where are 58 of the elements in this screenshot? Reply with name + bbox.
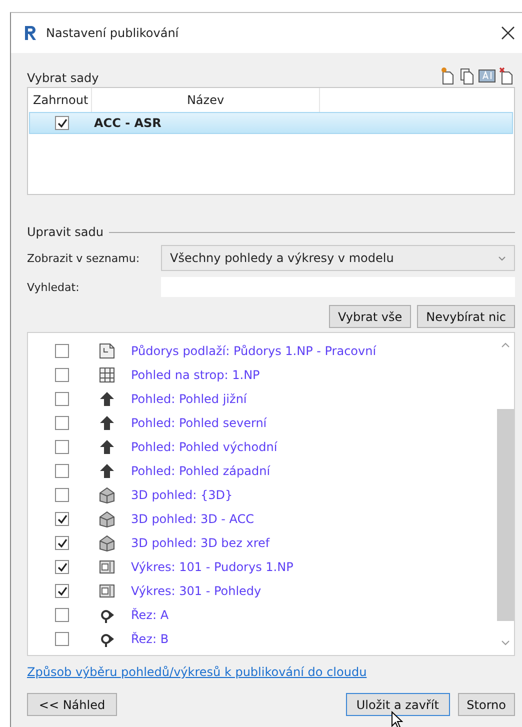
view-name: 3D pohled: {3D} [131, 488, 233, 502]
field-label: Vyhledat: [27, 280, 80, 294]
checkbox[interactable] [55, 440, 69, 454]
checkbox[interactable] [55, 344, 69, 358]
view-icon [98, 582, 116, 600]
view-name: Pohled: Pohled východní [131, 440, 278, 454]
view-name: Pohled na strop: 1.NP [131, 368, 260, 382]
view-icon [98, 462, 116, 480]
view-icon [98, 558, 116, 576]
rename-icon[interactable] [478, 67, 496, 85]
cursor-icon [390, 711, 403, 727]
view-icon [98, 366, 116, 384]
new-set-icon[interactable] [440, 67, 456, 85]
select-button[interactable]: Vybrat vše [328, 305, 412, 328]
checkbox[interactable] [55, 368, 69, 382]
view-name: 3D pohled: 3D - ACC [131, 512, 254, 526]
checkbox[interactable] [55, 584, 69, 598]
section-label: Upravit sadu [27, 225, 104, 239]
field-label: Zobrazit v seznamu: [27, 252, 141, 264]
view-icon [98, 414, 116, 432]
copy-icon[interactable] [459, 67, 475, 85]
view-icon [98, 510, 116, 528]
view-icon [98, 438, 116, 456]
select-button[interactable]: Nevybírat nic [417, 305, 515, 328]
set-row[interactable]: ACC - ASR [29, 112, 513, 134]
checkbox[interactable] [55, 536, 69, 550]
checkbox[interactable] [55, 116, 69, 130]
view-name: 3D pohled: 3D bez xref [131, 536, 270, 550]
window-title: Nastavení publikování [46, 26, 180, 40]
view-name: Řez: B [131, 632, 169, 646]
delete-set-icon[interactable] [499, 67, 515, 85]
view-name: Výkres: 301 - Pohledy [131, 584, 262, 598]
view-icon [98, 342, 116, 360]
view-icon [98, 486, 116, 504]
checkbox[interactable] [55, 608, 69, 622]
caret-icon [498, 256, 506, 260]
checkbox[interactable] [55, 464, 69, 478]
app-logo-icon [23, 25, 38, 41]
view-name: Půdorys podlaží: Půdorys 1.NP - Pracovní [131, 344, 376, 358]
view-filter-dropdown[interactable]: Všechny pohledy a výkresy v modelu [161, 245, 515, 271]
checkbox[interactable] [55, 632, 69, 646]
view-name: Pohled: Pohled západní [131, 464, 270, 478]
view-icon [98, 534, 116, 552]
checkbox[interactable] [55, 488, 69, 502]
view-name: Řez: A [131, 608, 169, 622]
section-label: Vybrat sady [27, 71, 99, 85]
close-icon[interactable] [501, 26, 515, 40]
view-name: Pohled: Pohled jižní [131, 392, 247, 406]
cancel-button[interactable]: Storno [458, 693, 515, 716]
checkbox[interactable] [55, 560, 69, 574]
preview-button[interactable]: << Náhled [27, 693, 117, 716]
help-link[interactable]: Způsob výběru pohledů/výkresů k publikování do cloudu [27, 665, 367, 679]
checkbox[interactable] [55, 416, 69, 430]
view-name: Výkres: 101 - Pudorys 1.NP [131, 560, 294, 574]
checkbox[interactable] [55, 392, 69, 406]
view-name: Pohled: Pohled severní [131, 416, 267, 430]
view-icon [98, 390, 116, 408]
checkbox[interactable] [55, 512, 69, 526]
